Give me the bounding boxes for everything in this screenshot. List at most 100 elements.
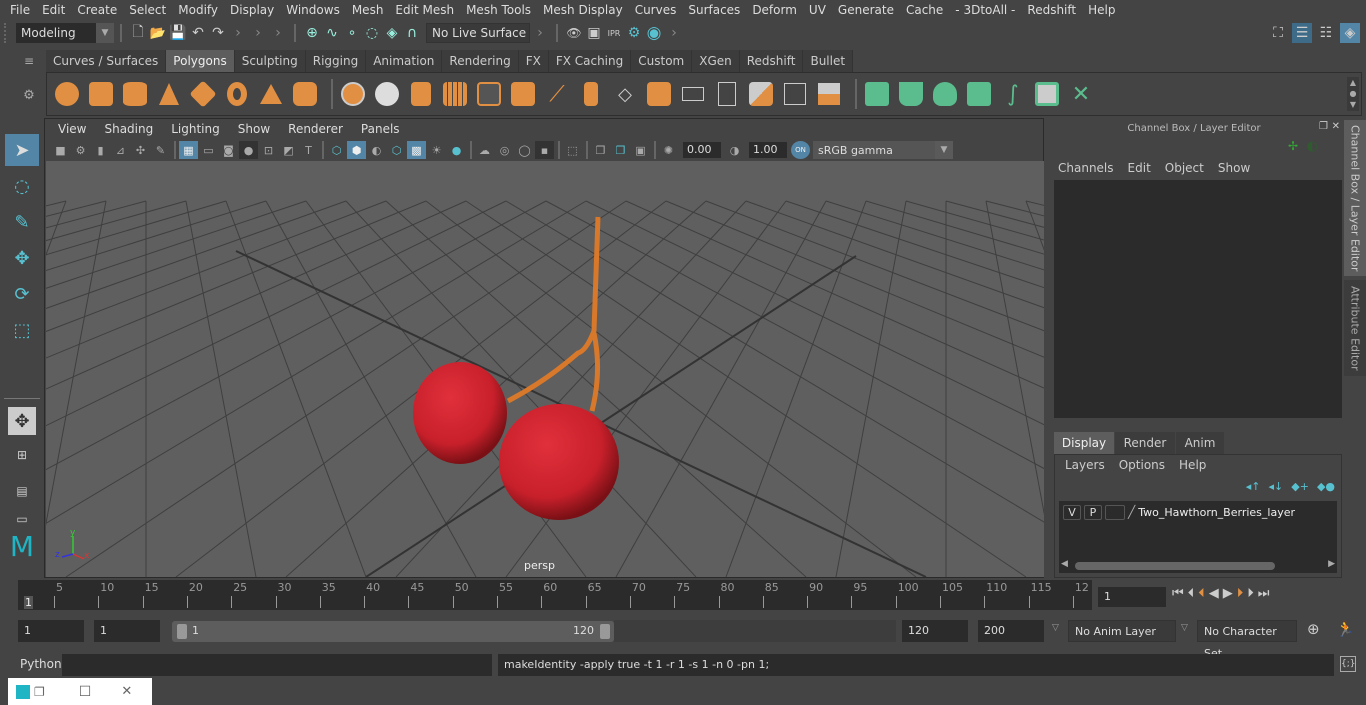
uv-editor-icon[interactable] bbox=[1033, 79, 1061, 109]
viewport-menu-panels[interactable]: Panels bbox=[352, 122, 409, 136]
step-back-frame-icon[interactable]: ⏴ bbox=[1188, 586, 1195, 601]
snap-magnet-icon[interactable]: ∩ bbox=[402, 23, 422, 43]
menu-edit-mesh[interactable]: Edit Mesh bbox=[389, 3, 460, 17]
collapse-arrow-icon[interactable]: › bbox=[228, 23, 248, 43]
menu-help[interactable]: Help bbox=[1082, 3, 1121, 17]
four-view-layout-icon[interactable]: ⊞ bbox=[5, 439, 39, 471]
auto-key-icon[interactable]: ⊕ bbox=[1307, 620, 1320, 638]
shelf-tab-rigging[interactable]: Rigging bbox=[305, 50, 367, 72]
field-chart-icon[interactable]: ⊡ bbox=[259, 141, 278, 159]
command-language-label[interactable]: Python bbox=[20, 657, 62, 671]
close-button[interactable]: ✕ bbox=[121, 684, 132, 699]
channels-menu[interactable]: Channels bbox=[1058, 161, 1114, 175]
quad-draw-icon[interactable] bbox=[747, 79, 775, 109]
viewport-menu-lighting[interactable]: Lighting bbox=[162, 122, 229, 136]
character-set-dropdown[interactable]: No Character Set bbox=[1197, 620, 1297, 660]
shelf-tab-animation[interactable]: Animation bbox=[366, 50, 443, 72]
multi-cut-icon[interactable]: ◇ bbox=[611, 79, 639, 109]
redo-icon[interactable]: ↷ bbox=[208, 23, 228, 43]
live-surface-field[interactable]: No Live Surface bbox=[426, 23, 530, 43]
auto-uv-icon[interactable] bbox=[965, 79, 993, 109]
color-space-dropdown[interactable]: sRGB gamma ▼ bbox=[813, 141, 953, 159]
edit-menu[interactable]: Edit bbox=[1128, 161, 1151, 175]
insert-edge-loop-icon[interactable] bbox=[577, 79, 605, 109]
collapse-arrow-icon[interactable]: › bbox=[664, 23, 684, 43]
new-scene-icon[interactable]: 🗋 bbox=[128, 23, 148, 43]
script-editor-icon[interactable]: {;} bbox=[1340, 656, 1356, 672]
tool-settings-icon[interactable]: ☷ bbox=[1316, 23, 1336, 43]
rotate-tool-icon[interactable]: ⟳ bbox=[5, 278, 39, 310]
shelf-tab-sculpting[interactable]: Sculpting bbox=[234, 50, 306, 72]
separate-icon[interactable] bbox=[373, 79, 401, 109]
shelf-tab-fx[interactable]: FX bbox=[518, 50, 549, 72]
scale-tool-icon[interactable]: ⬚ bbox=[5, 314, 39, 346]
options-menu[interactable]: Options bbox=[1119, 458, 1165, 472]
exposure-field[interactable]: 0.00 bbox=[683, 142, 721, 158]
layer-display-type-toggle[interactable] bbox=[1105, 504, 1125, 520]
collapse-arrow-icon[interactable]: › bbox=[248, 23, 268, 43]
menu-surfaces[interactable]: Surfaces bbox=[682, 3, 746, 17]
outliner-layout-icon[interactable]: ▤ bbox=[5, 475, 39, 507]
shelf-scrollbar[interactable]: ▲ ● ▼ bbox=[1347, 77, 1359, 111]
resolution-gate-icon[interactable]: ◙ bbox=[219, 141, 238, 159]
textured-icon[interactable]: ▩ bbox=[407, 141, 426, 159]
unfold-uv-icon[interactable]: ∫ bbox=[999, 79, 1027, 109]
collapse-arrow-icon[interactable]: › bbox=[268, 23, 288, 43]
flat-shade-icon[interactable]: ◐ bbox=[367, 141, 386, 159]
ipr-render-icon[interactable]: IPR bbox=[604, 23, 624, 43]
layer-horizontal-scrollbar[interactable]: ◀ ▶ bbox=[1061, 559, 1335, 571]
snap-live-icon[interactable]: ◈ bbox=[382, 23, 402, 43]
poly-pipe-icon[interactable] bbox=[291, 79, 319, 109]
smooth-icon[interactable] bbox=[441, 79, 469, 109]
tab-channel-box-layer-editor[interactable]: Channel Box / Layer Editor bbox=[1344, 120, 1366, 276]
poly-cube-icon[interactable] bbox=[87, 79, 115, 109]
tab-display[interactable]: Display bbox=[1054, 432, 1114, 454]
single-perspective-layout-icon[interactable]: ✥ bbox=[8, 407, 36, 435]
move-layer-up-icon[interactable]: ◂↑ bbox=[1246, 480, 1261, 493]
shelf-settings-gear-icon[interactable]: ⚙ bbox=[18, 88, 40, 103]
character-set-chevron-icon[interactable]: ▽ bbox=[1181, 623, 1188, 633]
3d-scene-view[interactable]: y x z persp bbox=[46, 161, 1044, 577]
planar-uv-icon[interactable] bbox=[863, 79, 891, 109]
shadows-icon[interactable]: ● bbox=[447, 141, 466, 159]
safe-title-icon[interactable]: T bbox=[299, 141, 318, 159]
hawthorn-berry-right[interactable] bbox=[499, 404, 619, 520]
new-layer-icon[interactable]: ◆+ bbox=[1291, 480, 1309, 493]
menu-windows[interactable]: Windows bbox=[280, 3, 346, 17]
poly-pyramid-icon[interactable] bbox=[257, 79, 285, 109]
restore-button[interactable]: ❐ bbox=[34, 685, 45, 699]
animation-start-field[interactable]: 1 bbox=[18, 620, 84, 642]
depth-of-field-icon[interactable]: ▪ bbox=[535, 141, 554, 159]
poly-cylinder-icon[interactable] bbox=[121, 79, 149, 109]
grease-pencil-icon[interactable]: ✎ bbox=[151, 141, 170, 159]
help-menu[interactable]: Help bbox=[1179, 458, 1206, 472]
layer-row[interactable]: V P ╱ Two_Hawthorn_Berries_layer bbox=[1059, 501, 1337, 523]
extrude-icon[interactable] bbox=[475, 79, 503, 109]
anti-aliasing-icon[interactable]: ◯ bbox=[515, 141, 534, 159]
animation-preferences-icon[interactable]: 🏃 bbox=[1336, 620, 1355, 638]
step-forward-key-icon[interactable]: ⏵ bbox=[1237, 586, 1244, 601]
modeling-toolkit-icon[interactable]: ⛶ bbox=[1268, 23, 1288, 43]
current-time-marker[interactable]: 1 bbox=[24, 596, 33, 609]
camera-icon[interactable]: ■ bbox=[51, 141, 70, 159]
viewport-menu-renderer[interactable]: Renderer bbox=[279, 122, 352, 136]
layer-name[interactable]: Two_Hawthorn_Berries_layer bbox=[1138, 506, 1295, 519]
shelf-menu-icon[interactable]: ≡ bbox=[18, 54, 40, 68]
gamma-field[interactable]: 1.00 bbox=[749, 142, 787, 158]
hawthorn-berry-left[interactable] bbox=[413, 362, 507, 464]
close-panel-icon[interactable]: ✕ bbox=[1332, 121, 1340, 132]
shelf-tab-redshift[interactable]: Redshift bbox=[739, 50, 804, 72]
layer-visibility-toggle[interactable]: V bbox=[1063, 504, 1081, 520]
play-backwards-icon[interactable]: ◀ bbox=[1209, 586, 1219, 601]
save-scene-icon[interactable]: 💾 bbox=[168, 23, 188, 43]
move-layer-down-icon[interactable]: ◂↓ bbox=[1269, 480, 1284, 493]
motion-blur-icon[interactable]: ◎ bbox=[495, 141, 514, 159]
menu-select[interactable]: Select bbox=[123, 3, 172, 17]
paint-select-icon[interactable]: ✎ bbox=[5, 206, 39, 238]
image-plane-icon[interactable]: ⊿ bbox=[111, 141, 130, 159]
wireframe-on-shaded-icon[interactable]: ⬡ bbox=[387, 141, 406, 159]
shelf-tab-rendering[interactable]: Rendering bbox=[442, 50, 519, 72]
time-slider[interactable]: 5 10 15 20 25 30 35 40 45 50 55 60 65 70 75 80 85 90 95 100… bbox=[18, 580, 1092, 610]
menu-3dtoall[interactable]: - 3DtoAll - bbox=[949, 3, 1021, 17]
select-tool-icon[interactable]: ➤ bbox=[5, 134, 39, 166]
